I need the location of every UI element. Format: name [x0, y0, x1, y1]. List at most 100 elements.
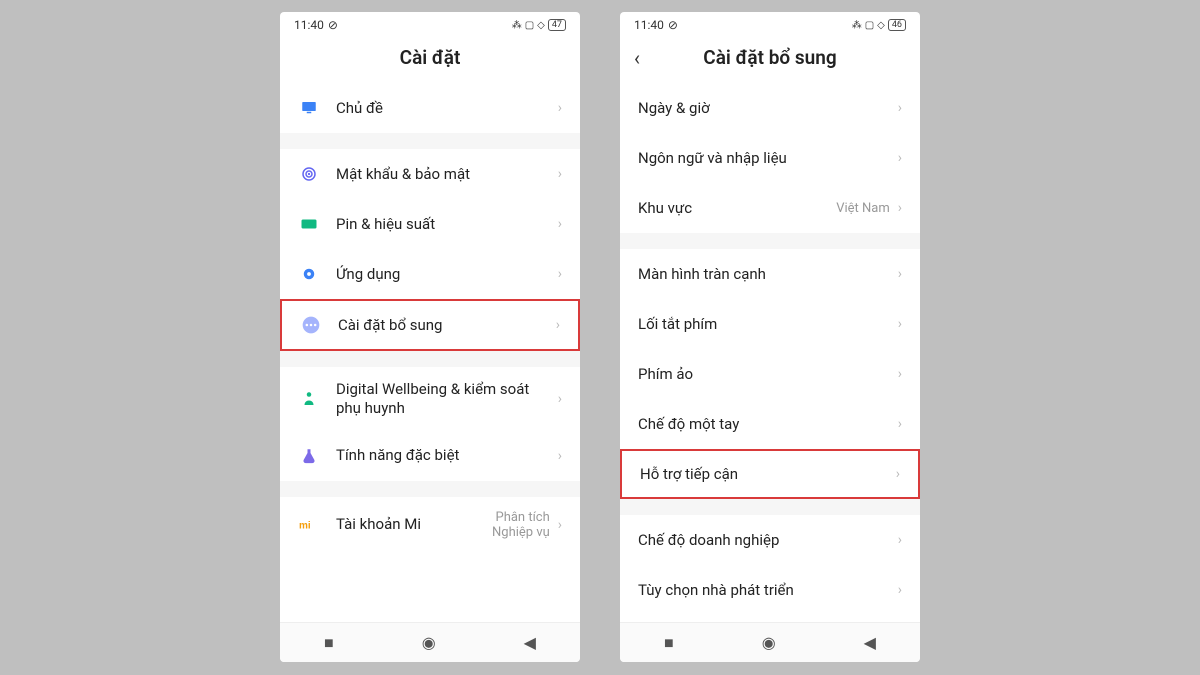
settings-row-ch-m-t-tay[interactable]: Chế độ một tay›: [620, 399, 920, 449]
section-divider: [280, 133, 580, 149]
chevron-right-icon: ›: [558, 391, 562, 407]
vibrate-icon: ▢: [525, 20, 534, 31]
chevron-right-icon: ›: [898, 266, 902, 282]
row-label: Khu vực: [638, 199, 836, 218]
settings-row-t-i-kho-n-mi[interactable]: mi Tài khoản MiPhân tíchNghiệp vụ ›: [280, 497, 580, 553]
chevron-right-icon: ›: [898, 316, 902, 332]
page-title: Cài đặt: [400, 46, 461, 69]
settings-row-ch-doanh-nghi-p[interactable]: Chế độ doanh nghiệp›: [620, 515, 920, 565]
battery-icon: [298, 213, 320, 235]
settings-list: Chủ đề›Mật khẩu & bảo mật›Pin & hiệu suấ…: [280, 83, 580, 622]
settings-row-khu-v-c[interactable]: Khu vựcViệt Nam ›: [620, 183, 920, 233]
chevron-right-icon: ›: [898, 150, 902, 166]
chevron-right-icon: ›: [558, 100, 562, 116]
wifi-icon: ◇: [877, 20, 885, 31]
nav-home-button[interactable]: ◉: [422, 633, 436, 652]
additional-settings-screen: 11:40 ⊘ ⁂ ▢ ◇ 46 ‹ Cài đặt bổ sung Ngày & …: [620, 12, 920, 662]
row-label: Hỗ trợ tiếp cận: [640, 465, 896, 484]
nav-home-button[interactable]: ◉: [762, 633, 776, 652]
battery-icon: 47: [548, 19, 566, 31]
nav-bar: ■ ◉ ◀: [280, 622, 580, 662]
row-label: Mật khẩu & bảo mật: [336, 165, 558, 184]
row-value: Việt Nam: [836, 201, 890, 216]
chevron-right-icon: ›: [898, 200, 902, 216]
theme-icon: [298, 97, 320, 119]
chevron-right-icon: ›: [558, 166, 562, 182]
additional-icon: [300, 314, 322, 336]
row-label: Ngôn ngữ và nhập liệu: [638, 149, 898, 168]
chevron-right-icon: ›: [898, 532, 902, 548]
alarm-off-icon: ⊘: [668, 18, 678, 32]
chevron-right-icon: ›: [558, 517, 562, 533]
settings-row-m-t-kh-u-b-o-m-t[interactable]: Mật khẩu & bảo mật›: [280, 149, 580, 199]
chevron-right-icon: ›: [558, 448, 562, 464]
row-label: Chế độ một tay: [638, 415, 898, 434]
row-label: Ứng dụng: [336, 265, 558, 284]
nav-back-button[interactable]: ◀: [864, 633, 876, 652]
chevron-right-icon: ›: [558, 216, 562, 232]
settings-row-ch-[interactable]: Chủ đề›: [280, 83, 580, 133]
status-time: 11:40: [634, 18, 664, 32]
svg-text:mi: mi: [299, 520, 311, 531]
settings-row--ng-d-ng[interactable]: Ứng dụng›: [280, 249, 580, 299]
row-label: Màn hình tràn cạnh: [638, 265, 898, 284]
row-label: Tùy chọn nhà phát triển: [638, 581, 898, 600]
row-label: Cài đặt bổ sung: [338, 316, 556, 335]
settings-row-c-i-t-b-sung[interactable]: Cài đặt bổ sung›: [280, 299, 580, 351]
status-bar: 11:40 ⊘ ⁂ ▢ ◇ 46: [620, 12, 920, 38]
settings-row-ng-y-gi-[interactable]: Ngày & giờ›: [620, 83, 920, 133]
alarm-off-icon: ⊘: [328, 18, 338, 32]
vibrate-icon: ▢: [865, 20, 874, 31]
wellbeing-icon: [298, 388, 320, 410]
page-title: Cài đặt bổ sung: [703, 46, 836, 69]
apps-icon: [298, 263, 320, 285]
chevron-right-icon: ›: [898, 366, 902, 382]
chevron-right-icon: ›: [898, 416, 902, 432]
bluetooth-icon: ⁂: [852, 20, 862, 31]
security-icon: [298, 163, 320, 185]
battery-icon: 46: [888, 19, 906, 31]
settings-row-m-n-h-nh-tr-n-c-nh[interactable]: Màn hình tràn cạnh›: [620, 249, 920, 299]
bluetooth-icon: ⁂: [512, 20, 522, 31]
header: ‹ Cài đặt bổ sung: [620, 38, 920, 83]
chevron-right-icon: ›: [898, 582, 902, 598]
nav-recent-button[interactable]: ■: [324, 633, 334, 653]
chevron-right-icon: ›: [896, 466, 900, 482]
section-divider: [620, 233, 920, 249]
settings-row-t-y-ch-n-nh-ph-t-tri-n[interactable]: Tùy chọn nhà phát triển›: [620, 565, 920, 615]
chevron-right-icon: ›: [556, 317, 560, 333]
settings-row-digital-wellbeing-ki-m-s[interactable]: Digital Wellbeing & kiểm soát phụ huynh›: [280, 367, 580, 431]
settings-row-t-nh-n-ng-c-bi-t[interactable]: Tính năng đặc biệt›: [280, 431, 580, 481]
settings-screen: 11:40 ⊘ ⁂ ▢ ◇ 47 Cài đặtChủ đề›Mật khẩu …: [280, 12, 580, 662]
settings-list: Ngày & giờ›Ngôn ngữ và nhập liệu›Khu vực…: [620, 83, 920, 622]
status-bar: 11:40 ⊘ ⁂ ▢ ◇ 47: [280, 12, 580, 38]
row-value: Phân tíchNghiệp vụ: [492, 510, 550, 540]
status-time: 11:40: [294, 18, 324, 32]
settings-row-pin-hi-u-su-t[interactable]: Pin & hiệu suất›: [280, 199, 580, 249]
chevron-right-icon: ›: [898, 100, 902, 116]
mi-icon: mi: [298, 514, 320, 536]
row-label: Lối tắt phím: [638, 315, 898, 334]
row-label: Chủ đề: [336, 99, 558, 118]
section-divider: [280, 481, 580, 497]
row-label: Chế độ doanh nghiệp: [638, 531, 898, 550]
row-label: Tính năng đặc biệt: [336, 446, 558, 465]
nav-recent-button[interactable]: ■: [664, 633, 674, 653]
back-button[interactable]: ‹: [634, 46, 640, 70]
section-divider: [280, 351, 580, 367]
row-label: Tài khoản Mi: [336, 515, 492, 534]
header: Cài đặt: [280, 38, 580, 83]
settings-row-ph-m-o[interactable]: Phím ảo›: [620, 349, 920, 399]
chevron-right-icon: ›: [558, 266, 562, 282]
row-label: Pin & hiệu suất: [336, 215, 558, 234]
settings-row-ng-n-ng-v-nh-p-li-u[interactable]: Ngôn ngữ và nhập liệu›: [620, 133, 920, 183]
nav-bar: ■ ◉ ◀: [620, 622, 920, 662]
section-divider: [620, 499, 920, 515]
row-label: Digital Wellbeing & kiểm soát phụ huynh: [336, 380, 558, 418]
wifi-icon: ◇: [537, 20, 545, 31]
row-label: Phím ảo: [638, 365, 898, 384]
nav-back-button[interactable]: ◀: [524, 633, 536, 652]
settings-row-h-tr-ti-p-c-n[interactable]: Hỗ trợ tiếp cận›: [620, 449, 920, 499]
settings-row-l-i-t-t-ph-m[interactable]: Lối tắt phím›: [620, 299, 920, 349]
row-label: Ngày & giờ: [638, 99, 898, 118]
